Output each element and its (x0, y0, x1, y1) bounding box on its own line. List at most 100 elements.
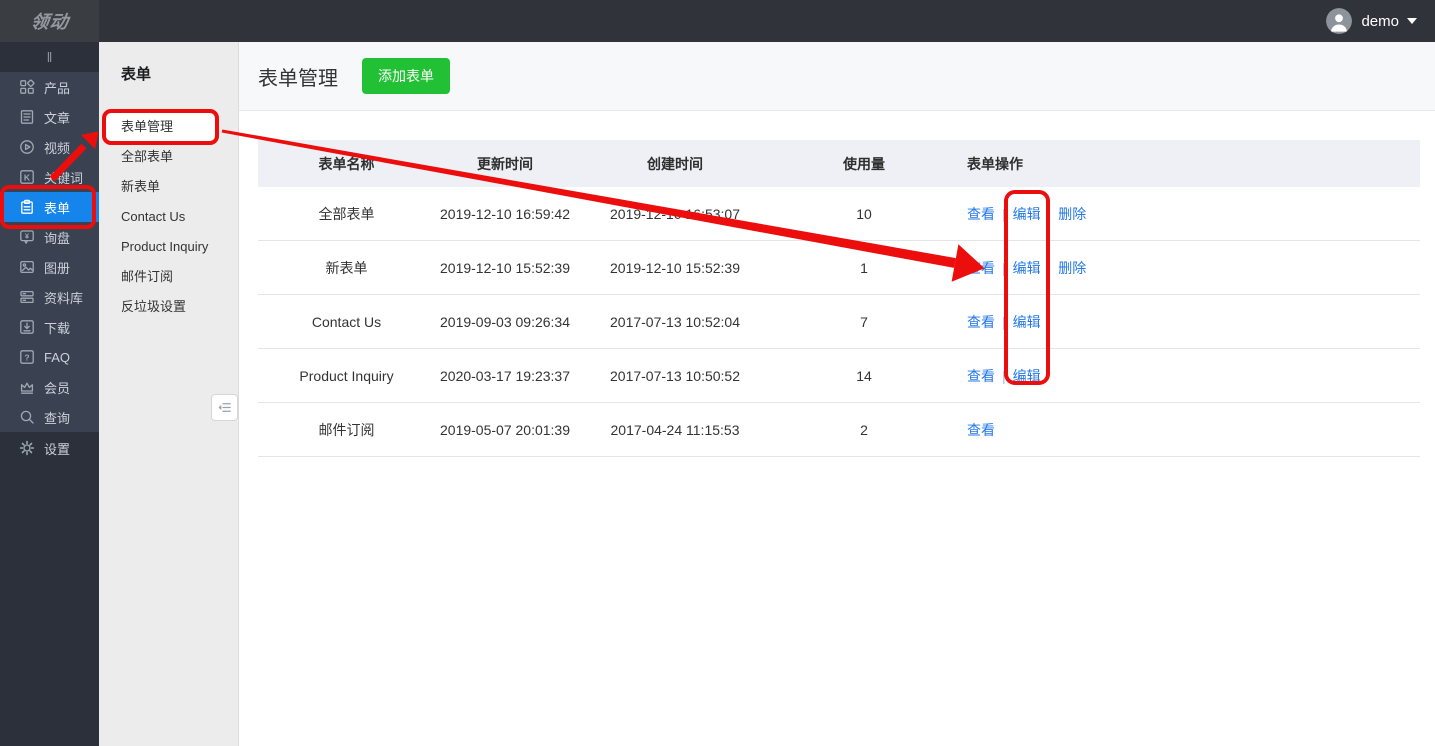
cell-created: 2017-04-24 11:15:53 (575, 403, 775, 457)
cell-operations: 查看 | 编辑 (953, 295, 1420, 349)
op-separator: | (1002, 206, 1006, 222)
submenu-item-2[interactable]: 新表单 (99, 172, 238, 202)
cell-created: 2019-12-10 16:53:07 (575, 187, 775, 241)
settings-icon (19, 440, 35, 456)
op-separator: | (1002, 368, 1006, 384)
submenu-item-6[interactable]: 反垃圾设置 (99, 292, 238, 322)
view-link[interactable]: 查看 (967, 206, 995, 222)
sidebar-item-library[interactable]: 资料库 (0, 282, 99, 312)
cell-usage: 2 (775, 403, 953, 457)
library-icon (19, 289, 35, 305)
products-grid-icon (19, 79, 35, 95)
column-header: 表单操作 (953, 140, 1420, 187)
table-row: Contact Us2019-09-03 09:26:342017-07-13 … (258, 295, 1420, 349)
svg-text:?: ? (24, 352, 29, 362)
keyword-icon: K (19, 169, 35, 185)
inquiry-icon: ¥ (19, 229, 35, 245)
brand-logo: 领动 (0, 0, 99, 42)
sidebar-item-form[interactable]: 表单 (0, 192, 99, 222)
op-separator: | (1048, 260, 1052, 276)
user-menu[interactable]: demo (1326, 8, 1435, 34)
sidebar-item-album[interactable]: 图册 (0, 252, 99, 282)
submenu-item-1[interactable]: 全部表单 (99, 142, 238, 172)
sidebar-item-article[interactable]: 文章 (0, 102, 99, 132)
sidebar-item-member[interactable]: 会员 (0, 372, 99, 402)
cell-updated: 2019-09-03 09:26:34 (435, 295, 575, 349)
album-icon (19, 259, 35, 275)
cell-updated: 2019-12-10 15:52:39 (435, 241, 575, 295)
delete-link[interactable]: 删除 (1058, 206, 1086, 222)
sidebar-item-label: FAQ (44, 350, 70, 365)
sidebar-item-label: 资料库 (44, 288, 83, 307)
sidebar-item-label: 关键词 (44, 168, 83, 187)
submenu-panel: 表单 表单管理全部表单新表单Contact UsProduct Inquiry邮… (99, 42, 239, 746)
cell-created: 2017-07-13 10:50:52 (575, 349, 775, 403)
cell-name: Product Inquiry (258, 349, 435, 403)
view-link[interactable]: 查看 (967, 314, 995, 330)
submenu-item-0[interactable]: 表单管理 (99, 112, 238, 142)
cell-operations: 查看 | 编辑 | 删除 (953, 241, 1420, 295)
cell-name: 全部表单 (258, 187, 435, 241)
article-icon (19, 109, 35, 125)
cell-name: 邮件订阅 (258, 403, 435, 457)
cell-created: 2017-07-13 10:52:04 (575, 295, 775, 349)
cell-name: Contact Us (258, 295, 435, 349)
add-form-button[interactable]: 添加表单 (362, 58, 450, 94)
cell-usage: 10 (775, 187, 953, 241)
sidebar-nav: 产品文章视频 K 关键词表单¥询盘图册资料库下载? FAQ 会员查询 (0, 72, 99, 432)
op-separator: | (1002, 260, 1006, 276)
sidebar-item-label: 视频 (44, 138, 70, 157)
edit-link[interactable]: 编辑 (1013, 206, 1041, 222)
edit-link[interactable]: 编辑 (1013, 260, 1041, 276)
topbar: 领动 demo (0, 0, 1435, 42)
submenu-item-3[interactable]: Contact Us (99, 202, 238, 232)
cell-updated: 2019-05-07 20:01:39 (435, 403, 575, 457)
submenu-item-4[interactable]: Product Inquiry (99, 232, 238, 262)
submenu-list: 表单管理全部表单新表单Contact UsProduct Inquiry邮件订阅… (99, 112, 238, 322)
sidebar-item-label: 查询 (44, 408, 70, 427)
edit-link[interactable]: 编辑 (1013, 368, 1041, 384)
op-separator: | (1048, 206, 1052, 222)
submenu-item-5[interactable]: 邮件订阅 (99, 262, 238, 292)
view-link[interactable]: 查看 (967, 368, 995, 384)
download-icon (19, 319, 35, 335)
sidebar: ‖ 产品文章视频 K 关键词表单¥询盘图册资料库下载? FAQ 会员查询 设置 (0, 42, 99, 746)
svg-text:K: K (24, 172, 31, 182)
view-link[interactable]: 查看 (967, 260, 995, 276)
page-title: 表单管理 (258, 62, 338, 91)
column-header: 表单名称 (258, 140, 435, 187)
cell-updated: 2020-03-17 19:23:37 (435, 349, 575, 403)
app-window: 领动 demo ‖ 产品文章视频 K 关键词表单¥询盘图册资料库下载? FAQ 会员查询… (0, 0, 1435, 746)
sidebar-item-video[interactable]: 视频 (0, 132, 99, 162)
view-link[interactable]: 查看 (967, 422, 995, 438)
cell-updated: 2019-12-10 16:59:42 (435, 187, 575, 241)
sidebar-item-label: 会员 (44, 378, 70, 397)
table-row: Product Inquiry2020-03-17 19:23:372017-0… (258, 349, 1420, 403)
cell-name: 新表单 (258, 241, 435, 295)
op-separator: | (1002, 314, 1006, 330)
sidebar-item-keyword[interactable]: K 关键词 (0, 162, 99, 192)
cell-operations: 查看 (953, 403, 1420, 457)
main-header: 表单管理 添加表单 (239, 42, 1435, 111)
form-icon (19, 199, 35, 215)
sidebar-item-faq[interactable]: ? FAQ (0, 342, 99, 372)
sidebar-item-inquiry[interactable]: ¥询盘 (0, 222, 99, 252)
edit-link[interactable]: 编辑 (1013, 314, 1041, 330)
sidebar-item-products-grid[interactable]: 产品 (0, 72, 99, 102)
search-icon (19, 409, 35, 425)
delete-link[interactable]: 删除 (1058, 260, 1086, 276)
sidebar-collapse-toggle[interactable]: ‖ (0, 42, 99, 72)
forms-table: 表单名称更新时间创建时间使用量表单操作 全部表单2019-12-10 16:59… (258, 140, 1420, 457)
table-row: 邮件订阅2019-05-07 20:01:392017-04-24 11:15:… (258, 403, 1420, 457)
chevron-down-icon (1407, 18, 1417, 24)
main-content: 表单管理 添加表单 表单名称更新时间创建时间使用量表单操作 全部表单2019-1… (239, 42, 1435, 746)
avatar-icon (1326, 8, 1352, 34)
sidebar-item-search[interactable]: 查询 (0, 402, 99, 432)
collapse-bars-icon: ‖ (47, 49, 53, 65)
sidebar-bottom-nav: 设置 (0, 433, 99, 463)
panel-collapse-button[interactable] (211, 394, 238, 421)
cell-usage: 7 (775, 295, 953, 349)
sidebar-item-download[interactable]: 下载 (0, 312, 99, 342)
sidebar-item-settings[interactable]: 设置 (0, 433, 99, 463)
svg-text:¥: ¥ (25, 231, 30, 240)
